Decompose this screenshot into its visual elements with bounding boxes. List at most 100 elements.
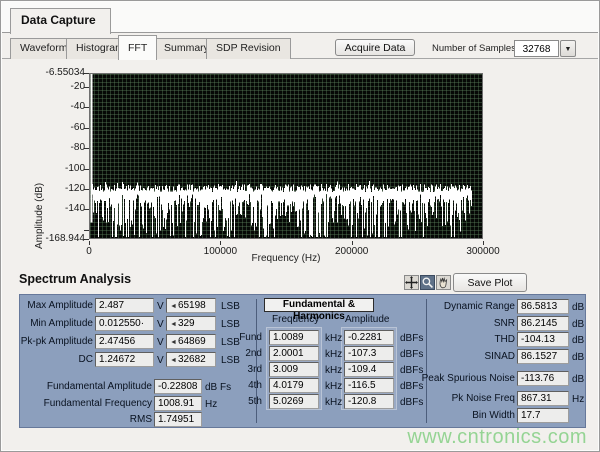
number-of-samples-dropdown-button[interactable]: ▼: [560, 40, 576, 57]
fund-frequency-unit: kHz: [325, 331, 342, 346]
pkpk-amplitude-volts-field: 2.47456: [95, 334, 154, 349]
fundamental-frequency-field: 1008.91: [154, 396, 202, 411]
snr-unit: dB: [572, 317, 584, 332]
fundamental-amplitude-unit: dB Fs: [205, 380, 231, 395]
pkpk-amplitude-lsb-field: ◄64869: [166, 334, 216, 349]
chevron-down-icon: ▼: [565, 46, 572, 53]
max-amplitude-volts-unit: V: [157, 299, 164, 314]
pk-noise-freq-label: Pk Noise Freq: [400, 391, 515, 406]
h5-amplitude-field: -120.8: [344, 394, 394, 409]
min-amplitude-volts-field: 0.012550·: [95, 316, 154, 331]
h5-frequency-unit: kHz: [325, 395, 342, 410]
max-amplitude-volts-field: 2.487: [95, 298, 154, 313]
y-tick-label: -100: [19, 163, 85, 175]
h5-frequency-field: 5.0269: [269, 394, 319, 409]
dc-volts-field: 1.24672: [95, 352, 154, 367]
sinad-unit: dB: [572, 350, 584, 365]
harmonic-row-label: 4th: [234, 378, 262, 393]
h2-frequency-field: 2.0001: [269, 346, 319, 361]
rms-label: RMS: [30, 412, 152, 427]
harmonic-row-label: 5th: [234, 394, 262, 409]
h4-frequency-field: 4.0179: [269, 378, 319, 393]
sinad-label: SINAD: [400, 349, 515, 364]
h3-amplitude-field: -109.4: [344, 362, 394, 377]
fft-trace: [90, 74, 484, 240]
y-tick-mark: [84, 230, 89, 231]
y-tick-label: -40: [19, 101, 85, 113]
zoom-tool-button[interactable]: [420, 275, 435, 290]
h3-frequency-unit: kHz: [325, 363, 342, 378]
truncate-left-icon: ◄: [170, 321, 177, 328]
peak-spurious-noise-label: Peak Spurious Noise: [400, 371, 515, 386]
watermark: www.cntronics.com: [407, 426, 587, 449]
h3-frequency-field: 3.009: [269, 362, 319, 377]
truncate-left-icon: ◄: [170, 339, 177, 346]
dynamic-range-label: Dynamic Range: [400, 299, 515, 314]
snr-label: SNR: [400, 316, 515, 331]
fft-chart: Amplitude (dB) Frequency (Hz) -6.55034-2…: [1, 59, 600, 271]
fund-amplitude-field: -0.2281: [344, 330, 394, 345]
harmonic-row-label: Fund: [234, 330, 262, 345]
sinad-field: 86.1527: [517, 349, 569, 364]
thd-label: THD: [400, 332, 515, 347]
fft-plot-area[interactable]: [89, 73, 483, 239]
h4-amplitude-field: -116.5: [344, 378, 394, 393]
x-tick-label: 100000: [190, 246, 250, 257]
peak-spurious-noise-field: -113.76: [517, 371, 569, 386]
snr-field: 86.2145: [517, 316, 569, 331]
x-tick-label: 0: [59, 246, 119, 257]
tab-fft[interactable]: FFT: [118, 35, 157, 60]
harmonic-row-label: 2nd: [234, 346, 262, 361]
fundamental-frequency-unit: Hz: [205, 397, 217, 412]
dc-lsb-value: 32682: [178, 354, 206, 365]
pkpk-amplitude-volts-unit: V: [157, 335, 164, 350]
thd-field: -104.13: [517, 332, 569, 347]
y-tick-label: -80: [19, 142, 85, 154]
dc-volts-unit: V: [157, 353, 164, 368]
save-plot-button[interactable]: Save Plot: [453, 273, 527, 292]
x-tick-mark: [220, 241, 221, 245]
y-tick-label: -140: [19, 203, 85, 215]
x-tick-label: 200000: [322, 246, 382, 257]
y-tick-label: -20: [19, 81, 85, 93]
magnifier-icon: [421, 276, 434, 289]
peak-spurious-noise-unit: dB: [572, 372, 584, 387]
y-tick-label: -120: [19, 183, 85, 195]
min-amplitude-lsb-field: ◄329: [166, 316, 216, 331]
pan-tool-button[interactable]: [436, 275, 451, 290]
thd-unit: dB: [572, 333, 584, 348]
h2-amplitude-field: -107.3: [344, 346, 394, 361]
fundamental-frequency-label: Fundamental Frequency: [30, 396, 152, 411]
spectrum-analysis-heading: Spectrum Analysis: [19, 272, 131, 286]
tab-sdp-revision[interactable]: SDP Revision: [206, 38, 291, 59]
title-tab-strip: Data Capture: [2, 2, 598, 33]
y-tick-label: -168.944: [19, 233, 85, 245]
h2-frequency-unit: kHz: [325, 347, 342, 362]
spectrum-analysis-panel: Max Amplitude 2.487 V ◄65198 LSB Min Amp…: [19, 294, 586, 428]
fundamental-amplitude-field: -0.22808: [154, 379, 202, 394]
max-amplitude-lsb-value: 65198: [178, 300, 206, 311]
number-of-samples-value[interactable]: 32768: [514, 40, 559, 57]
fundamental-amplitude-label: Fundamental Amplitude: [30, 379, 152, 394]
amplitude-column-header: Amplitude: [345, 314, 389, 325]
tab-data-capture[interactable]: Data Capture: [10, 8, 111, 34]
y-tick-label: -60: [19, 122, 85, 134]
crosshair-tool-button[interactable]: [404, 275, 419, 290]
sub-tab-strip: Waveform Histogram FFT Summary SDP Revis…: [2, 33, 598, 59]
x-tick-mark: [352, 241, 353, 245]
max-amplitude-label: Max Amplitude: [20, 298, 93, 313]
truncate-left-icon: ◄: [170, 357, 177, 364]
dynamic-range-field: 86.5813: [517, 299, 569, 314]
acquire-data-button[interactable]: Acquire Data: [335, 39, 415, 56]
dc-lsb-field: ◄32682: [166, 352, 216, 367]
number-of-samples-label: Number of Samples: [432, 43, 516, 54]
rms-field: 1.74951: [154, 412, 202, 427]
min-amplitude-lsb-value: 329: [178, 318, 195, 329]
bin-width-label: Bin Width: [400, 408, 515, 423]
pk-noise-freq-unit: Hz: [572, 392, 584, 407]
bin-width-field: 17.7: [517, 408, 569, 423]
x-tick-label: 300000: [453, 246, 513, 257]
max-amplitude-lsb-field: ◄65198: [166, 298, 216, 313]
pkpk-amplitude-label: Pk-pk Amplitude: [20, 334, 93, 349]
h4-frequency-unit: kHz: [325, 379, 342, 394]
